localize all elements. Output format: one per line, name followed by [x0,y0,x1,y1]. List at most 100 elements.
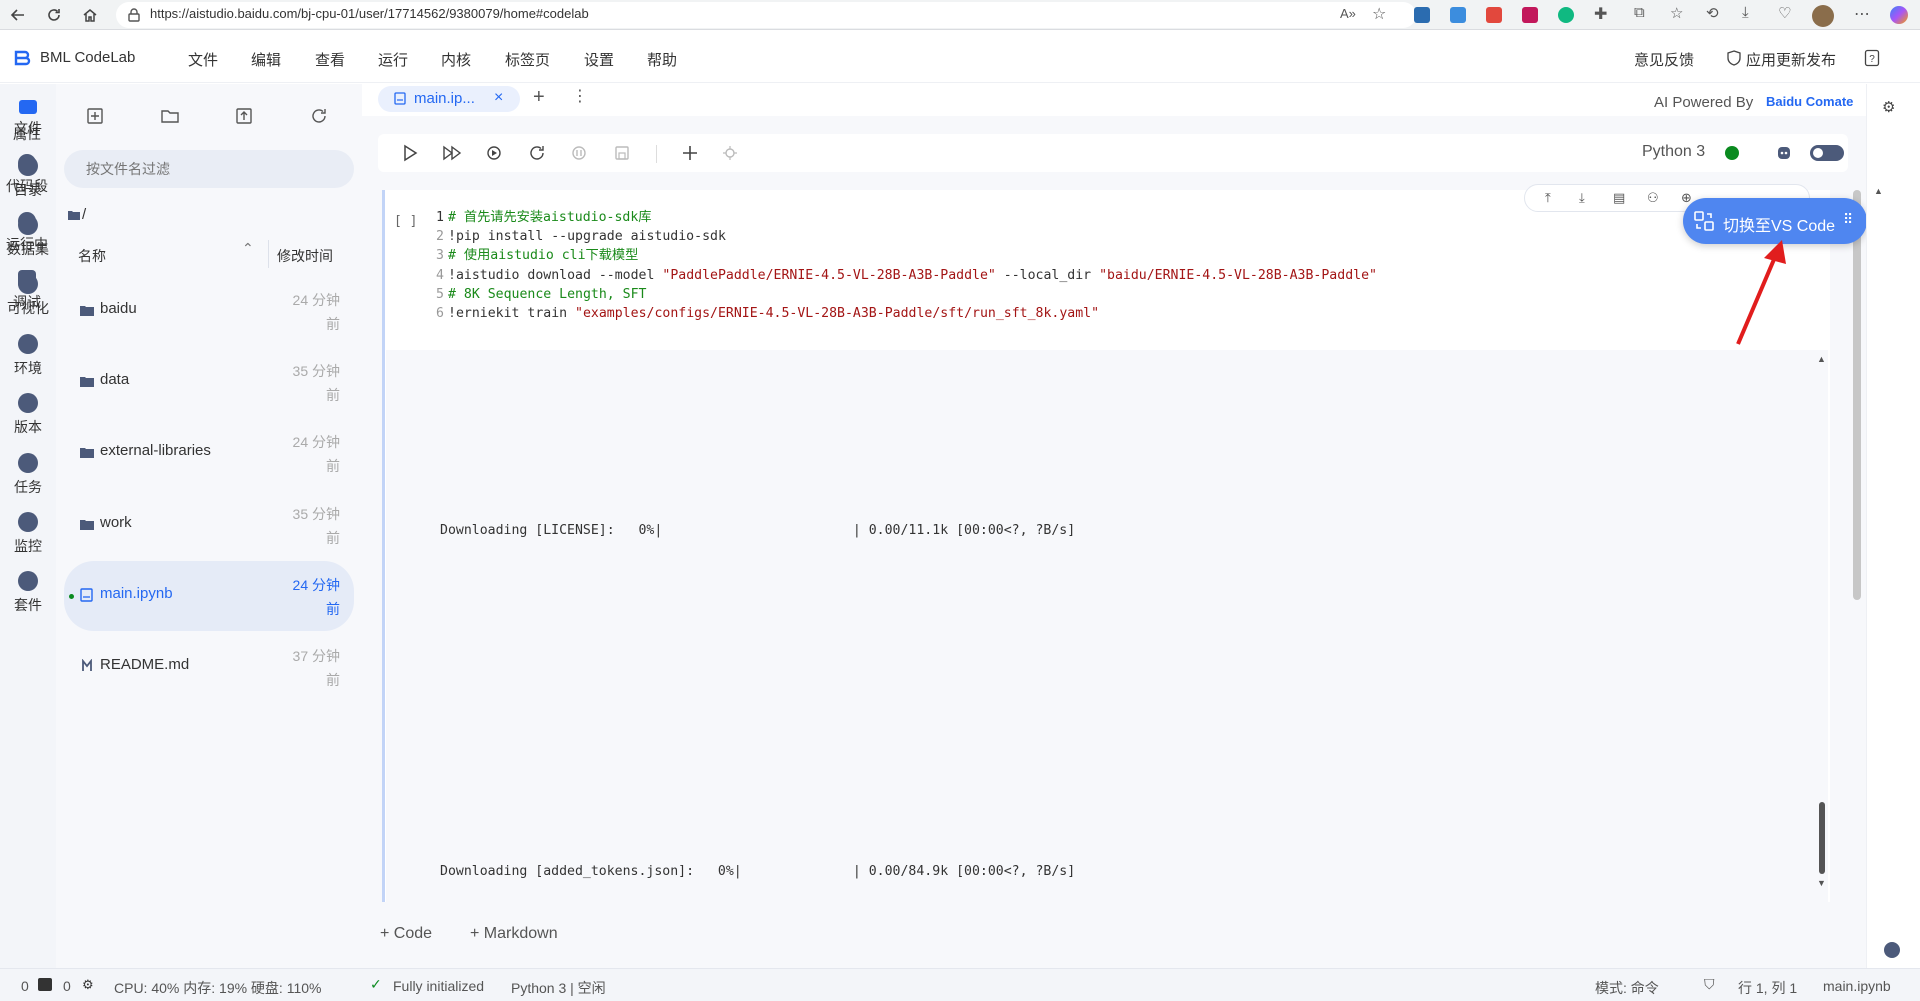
scroll-down-arrow-icon[interactable]: ▼ [1817,878,1826,888]
move-cell-up-icon[interactable]: ⤒ [1545,190,1551,206]
split-screen-icon[interactable]: ⧉ [1634,4,1645,21]
code-line[interactable]: 4 !aistudio download --model "PaddlePaddl… [436,266,1377,285]
gear-icon[interactable]: ⚙ [1882,98,1895,116]
rail-item-tasks[interactable]: 任务 [0,453,56,497]
refresh-icon[interactable] [309,106,329,126]
save-icon[interactable] [612,143,632,163]
baidu-comate-logo[interactable]: Baidu Comate [1766,94,1853,109]
history-icon[interactable]: ⟲ [1706,4,1719,22]
status-count-terminals[interactable]: 0 [21,978,29,994]
menu-tabs[interactable]: 标签页 [505,49,550,70]
new-tab-plus-icon[interactable]: + [533,86,545,109]
run-cell-icon[interactable] [400,143,420,163]
menu-settings[interactable]: 设置 [584,49,614,70]
run-all-icon[interactable] [442,143,462,163]
right-rail-running[interactable]: 运行中 [0,212,54,254]
extension-grid-icon[interactable] [1450,7,1466,23]
search-icon[interactable] [1884,942,1900,958]
code-line[interactable]: 3 # 使用aistudio cli下载模型 [436,246,1377,265]
new-file-icon[interactable] [85,106,105,126]
home-icon[interactable] [78,3,102,27]
debug-icon[interactable] [720,143,740,163]
rail-item-monitor[interactable]: 监控 [0,512,56,556]
code-line[interactable]: 1 # 首先请先安装aistudio-sdk库 [436,208,1377,227]
file-row-external-libraries[interactable]: external-libraries 24 分钟前 [64,418,354,488]
code-line[interactable]: 5 # 8K Sequence Length, SFT [436,285,1377,304]
scroll-up-arrow-icon[interactable]: ▲ [1817,354,1826,364]
performance-icon[interactable]: ♡ [1778,4,1791,22]
menu-kernel[interactable]: 内核 [441,49,471,70]
code-editor[interactable]: 1 # 首先请先安装aistudio-sdk库 2 !pip install --up… [436,208,1377,323]
file-row-data[interactable]: data 35 分钟前 [64,347,354,417]
kernel-gear-icon[interactable]: ⚙ [82,977,94,993]
read-aloud-icon[interactable]: A» [1340,6,1356,21]
menu-file[interactable]: 文件 [188,49,218,70]
file-row-main-ipynb[interactable]: main.ipynb 24 分钟前 [64,561,354,631]
kernel-name[interactable]: Python 3 [1642,143,1705,161]
menu-edit[interactable]: 编辑 [251,49,281,70]
close-icon[interactable]: × [494,89,503,107]
rail-item-environment[interactable]: 环境 [0,334,56,378]
tab-more-vertical-icon[interactable]: ⋮ [572,86,588,106]
favorite-star-icon[interactable]: ☆ [1372,4,1386,24]
cursor-position[interactable]: 行 1, 列 1 [1738,978,1797,998]
file-row-readme[interactable]: README.md 37 分钟前 [64,632,354,702]
output-scrollbar-thumb[interactable] [1819,802,1825,874]
extension-translate-icon[interactable] [1522,7,1538,23]
more-options-icon[interactable]: ⋯ [1854,4,1870,24]
extension-circle-icon[interactable] [1558,7,1574,23]
code-line[interactable]: 6 !erniekit train "examples/configs/ERNIE… [436,304,1377,323]
new-folder-icon[interactable] [160,106,180,126]
add-markdown-cell-button[interactable]: + Markdown [470,925,558,943]
drag-handle-icon[interactable]: ⠿ [1843,211,1853,228]
format-cell-icon[interactable]: ▤ [1613,190,1625,206]
add-code-cell-button[interactable]: + Code [380,925,432,943]
file-filter-field[interactable] [64,150,354,188]
file-filter-input[interactable] [64,150,354,188]
menu-view[interactable]: 查看 [315,49,345,70]
collections-icon[interactable]: ☆ [1670,4,1683,22]
copilot-small-icon[interactable] [1776,145,1792,161]
code-line[interactable]: 2 !pip install --upgrade aistudio-sdk [436,227,1377,246]
column-header-name[interactable]: 名称 [78,246,106,266]
copilot-icon[interactable] [1890,6,1908,24]
tab-main-ipynb[interactable]: main.ip... × [378,86,520,112]
rail-scroll-up-icon[interactable]: ▲ [1874,186,1883,196]
restart-run-icon[interactable] [484,143,504,163]
kernel-status[interactable]: Python 3 | 空闲 [511,978,606,998]
status-count-kernels[interactable]: 0 [63,978,71,994]
move-cell-down-icon[interactable]: ⤓ [1579,190,1585,206]
extension-code-icon[interactable] [1486,7,1502,23]
menu-help[interactable]: 帮助 [647,49,677,70]
extensions-puzzle-icon[interactable]: ✚ [1594,4,1607,24]
release-notes-link[interactable]: 应用更新发布 [1746,49,1836,70]
right-rail-snippets[interactable]: 代码段 [0,154,54,196]
terminal-icon[interactable] [38,978,52,991]
upload-icon[interactable] [234,106,254,126]
column-header-modified[interactable]: 修改时间 [277,246,333,266]
extension-shield-icon[interactable] [1414,7,1430,23]
notebook-scrollbar-thumb[interactable] [1853,190,1861,600]
sort-chevron-up-icon[interactable]: ⌃ [242,240,254,257]
right-rail-properties[interactable]: 属性 [0,124,54,144]
file-row-baidu[interactable]: baidu 24 分钟前 [64,276,354,346]
profile-avatar[interactable] [1812,5,1834,27]
interrupt-icon[interactable] [569,143,589,163]
downloads-icon[interactable]: ⤓ [1742,4,1749,21]
refresh-icon[interactable] [42,3,66,27]
help-doc-icon[interactable]: ? [1864,49,1880,67]
feedback-link[interactable]: 意见反馈 [1634,49,1694,70]
back-icon[interactable] [6,3,30,27]
restart-kernel-icon[interactable] [527,143,547,163]
rail-item-kits[interactable]: 套件 [0,571,56,615]
ai-assist-icon[interactable]: ⚇ [1647,190,1659,206]
cell-execution-prompt: [ ] [394,214,418,229]
right-rail-debug[interactable]: 调试 [0,270,54,312]
resource-usage: CPU: 40% 内存: 19% 硬盘: 110% [114,980,322,996]
breadcrumb-path[interactable]: / [82,206,86,223]
add-cell-plus-icon[interactable] [680,143,700,163]
file-row-work[interactable]: work 35 分钟前 [64,490,354,560]
rail-item-version[interactable]: 版本 [0,393,56,437]
toggle-switch[interactable] [1810,145,1844,161]
menu-run[interactable]: 运行 [378,49,408,70]
